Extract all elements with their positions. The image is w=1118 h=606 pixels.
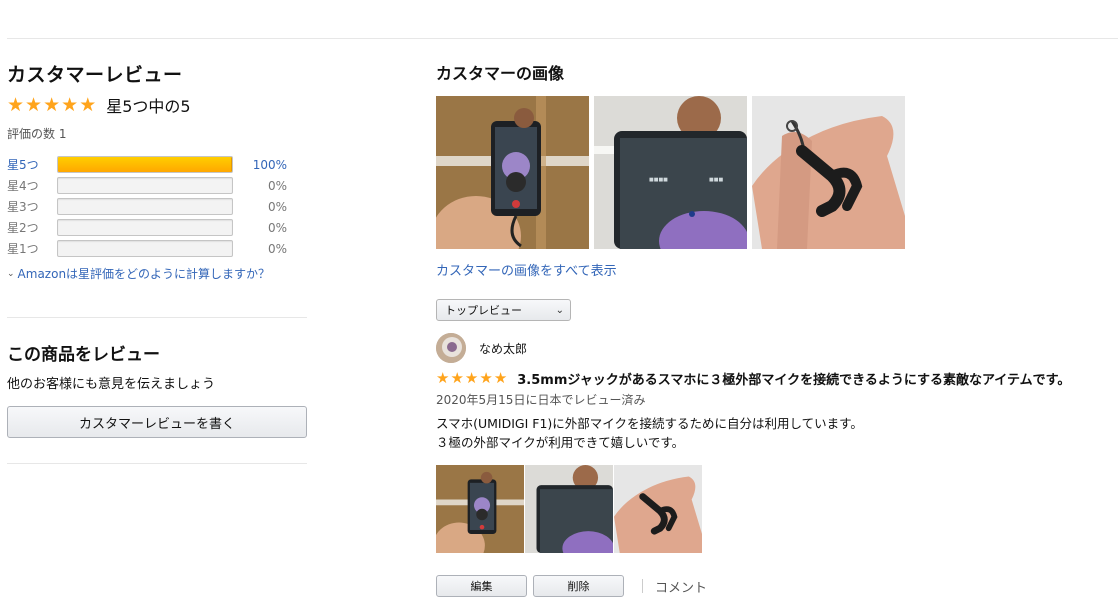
write-review-section: この商品をレビュー 他のお客様にも意見を伝えましょう カスタマーレビューを書く	[7, 340, 307, 438]
review-body: スマホ(UMIDIGI F1)に外部マイクを接続するために自分は利用しています。…	[436, 414, 1106, 452]
rating-text: 星5つ中の5	[106, 97, 191, 116]
reviewer-profile[interactable]: なめ太郎	[436, 332, 1106, 364]
star-icon: ★	[493, 369, 508, 387]
reviewer-name[interactable]: なめ太郎	[479, 340, 527, 357]
customer-image-adapter[interactable]	[752, 96, 905, 249]
sort-selected: トップレビュー	[445, 304, 522, 317]
avatar[interactable]	[436, 333, 466, 363]
delete-button[interactable]: 削除	[533, 575, 624, 597]
histogram-percent[interactable]: 100%	[233, 158, 287, 172]
average-rating[interactable]: ★ ★ ★ ★ ★ 星5つ中の5	[7, 93, 307, 116]
histogram-label: 星4つ	[7, 179, 39, 193]
histogram-percent: 0%	[267, 220, 287, 235]
histogram-label: 星3つ	[7, 200, 39, 214]
customer-image-screen[interactable]: ■■■■ ■■■	[594, 96, 747, 249]
star-icon: ★	[25, 93, 43, 116]
how-calc-text[interactable]: Amazonは星評価をどのように計算しますか？	[18, 265, 271, 282]
histogram-bar	[57, 198, 233, 215]
write-review-subtext: 他のお客様にも意見を伝えましょう	[7, 377, 216, 392]
ratings-summary: カスタマーレビュー ★ ★ ★ ★ ★ 星5つ中の5 評価の数 1 星5つ 10…	[7, 60, 307, 282]
histogram-row-3: 星3つ 0%	[7, 196, 307, 217]
edit-button[interactable]: 編集	[436, 575, 527, 597]
review-star-rating[interactable]: ★ ★ ★ ★ ★	[436, 371, 507, 386]
histogram-percent: 0%	[267, 199, 287, 214]
star-icon: ★	[61, 93, 79, 116]
histogram-percent: 0%	[267, 178, 287, 193]
reviews-heading: カスタマーレビュー	[7, 64, 183, 86]
histogram-row-4: 星4つ 0%	[7, 175, 307, 196]
histogram-bar	[57, 219, 233, 236]
star-icon: ★	[479, 369, 493, 387]
sort-reviews-dropdown[interactable]: トップレビュー ⌄	[436, 299, 571, 321]
svg-text:■■■: ■■■	[709, 177, 723, 183]
action-separator	[642, 579, 643, 593]
histogram-percent: 0%	[267, 241, 287, 256]
review-actions: 編集 削除 コメント	[436, 575, 1106, 597]
review-images-row	[436, 465, 1106, 553]
review-date: 2020年5月15日に日本でレビュー済み	[436, 393, 646, 407]
customer-images-row: ■■■■ ■■■	[436, 96, 1106, 249]
histogram-label: 星2つ	[7, 221, 39, 235]
review-body-line: スマホ(UMIDIGI F1)に外部マイクを接続するために自分は利用しています。	[436, 416, 863, 431]
star-icon: ★	[7, 93, 25, 116]
histogram-row-5[interactable]: 星5つ 100%	[7, 154, 307, 175]
histogram-label: 星1つ	[7, 242, 39, 256]
reviews-main: カスタマーの画像 ■■■■ ■■■ カスタマーの画像をすべて表示 トップレビュー…	[436, 60, 1106, 597]
section-divider	[7, 317, 307, 318]
customer-images-heading: カスタマーの画像	[436, 64, 565, 83]
review-image-screen[interactable]	[525, 465, 613, 553]
customer-image-phone[interactable]	[436, 96, 589, 249]
star-icon: ★	[43, 93, 61, 116]
chevron-down-icon: ⌄	[555, 304, 564, 316]
review-image-phone[interactable]	[436, 465, 524, 553]
histogram-row-2: 星2つ 0%	[7, 217, 307, 238]
svg-text:■■■■: ■■■■	[649, 177, 668, 183]
star-icon: ★	[79, 93, 97, 116]
see-all-images-container: カスタマーの画像をすべて表示	[436, 260, 1106, 279]
histogram-label[interactable]: 星5つ	[7, 156, 57, 173]
chevron-down-icon: ⌄	[7, 268, 15, 279]
star-icon: ★	[436, 369, 450, 387]
review-title[interactable]: 3.5mmジャックがあるスマホに３極外部マイクを接続できるようにする素敵なアイテ…	[517, 369, 1070, 388]
histogram-bar	[57, 240, 233, 257]
review-image-adapter[interactable]	[614, 465, 702, 553]
star-icon: ★	[450, 369, 464, 387]
comment-link[interactable]: コメント	[655, 577, 707, 596]
how-ratings-calculated-link[interactable]: ⌄ Amazonは星評価をどのように計算しますか？	[7, 265, 307, 282]
star-rating: ★ ★ ★ ★ ★	[7, 93, 97, 116]
histogram-row-1: 星1つ 0%	[7, 238, 307, 259]
histogram-bar[interactable]	[57, 156, 233, 173]
write-review-heading: この商品をレビュー	[7, 345, 160, 365]
see-all-images-link[interactable]: カスタマーの画像をすべて表示	[436, 264, 617, 279]
histogram-fill	[58, 157, 232, 172]
review-body-line: ３極の外部マイクが利用できて嬉しいです。	[436, 435, 685, 450]
histogram-bar	[57, 177, 233, 194]
write-review-button[interactable]: カスタマーレビューを書く	[7, 406, 307, 438]
review-title-row: ★ ★ ★ ★ ★ 3.5mmジャックがあるスマホに３極外部マイクを接続できるよ…	[436, 369, 1106, 389]
star-icon: ★	[464, 369, 479, 387]
rating-histogram: 星5つ 100% 星4つ 0% 星3つ 0% 星2つ 0% 星1つ 0%	[7, 154, 307, 259]
section-divider	[7, 463, 307, 464]
rating-count: 評価の数 1	[7, 127, 67, 141]
top-divider	[7, 38, 1118, 39]
